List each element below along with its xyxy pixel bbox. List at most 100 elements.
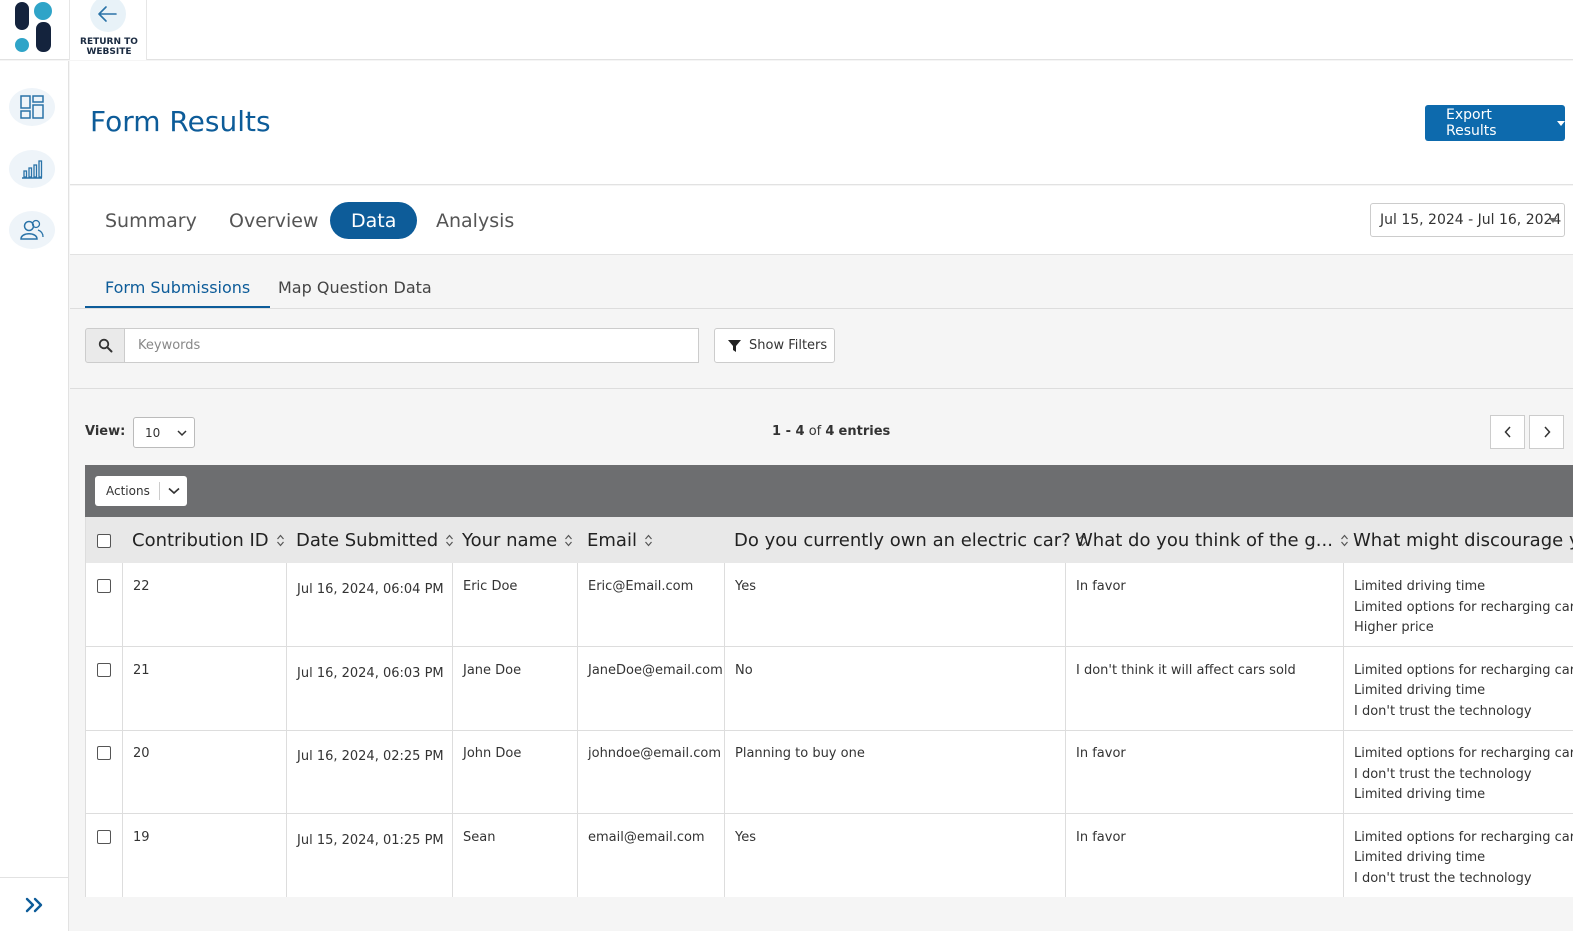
cell-think-of-the: In favor [1065,813,1343,897]
cell-text: No [735,662,753,678]
page-size-select[interactable]: 10 [133,417,195,448]
column-header-own-electric-car[interactable]: Do you currently own an electric car? [734,517,1087,563]
dashboard-icon [20,95,44,119]
column-header-what-might-discourage[interactable]: What might discourage yo [1353,517,1573,563]
next-page-button[interactable] [1529,415,1564,449]
sort-icon [276,534,284,546]
page-size-value: 10 [145,425,161,440]
tab-data[interactable]: Data [330,202,418,239]
cell-own-electric-car: Yes [724,563,1065,646]
cell-email: email@email.com [577,813,724,897]
subtab-form-submissions[interactable]: Form Submissions [85,278,271,308]
sort-icon [565,534,573,546]
select-all-checkbox[interactable] [97,534,111,548]
actions-label: Actions [95,482,160,500]
analytics-nav-button[interactable] [9,150,55,188]
cell-text[interactable]: email@email.com [588,828,724,849]
double-chevron-right-icon [25,897,42,912]
discourage-item: Limited options for recharging car [1354,746,1573,761]
discourage-item: Limited options for recharging car [1354,662,1573,678]
return-label: RETURN TO WEBSITE [80,37,138,57]
submissions-table: Contribution ID Date Submitted Your name Em… [85,517,1573,897]
cell-date-submitted: Jul 16, 2024, 06:04 PM [286,563,452,646]
users-icon [20,219,44,240]
tab-summary[interactable]: Summary [84,202,218,239]
actions-dropdown-button[interactable]: Actions [95,476,187,506]
cell-own-electric-car: Yes [724,813,1065,897]
cell-your-name: Jane Doe [452,646,577,730]
column-header-contribution-id[interactable]: Contribution ID [132,517,285,563]
sort-icon [644,534,652,546]
search-button[interactable] [85,328,125,363]
dashboard-nav-button[interactable] [9,88,55,126]
top-bar: RETURN TO WEBSITE [0,0,1573,60]
table-actions-bar: Actions [85,465,1573,517]
sub-tabs: Form Submissions Map Question Data [70,256,1573,309]
cell-text: Planning to buy one [735,746,865,761]
column-header-label: Do you currently own an electric car? [734,529,1071,551]
column-header-date-submitted[interactable]: Date Submitted [296,517,454,563]
left-sidebar [0,61,69,931]
cell-text: 20 [133,746,150,761]
show-filters-button[interactable]: Show Filters [714,328,835,363]
table-row[interactable]: 19 Jul 15, 2024, 01:25 PM Sean email@email.… [86,813,1573,897]
cell-text[interactable]: JaneDoe@email.com [588,661,724,682]
row-checkbox[interactable] [97,829,111,844]
view-label: View: [85,424,126,439]
cell-think-of-the: I don't think it will affect cars sold [1065,646,1343,730]
show-filters-label: Show Filters [749,338,828,353]
subtab-map-question-data[interactable]: Map Question Data [258,278,452,308]
discourage-item: I don't trust the technology [1354,766,1532,782]
table-row[interactable]: 21 Jul 16, 2024, 06:03 PM Jane Doe JaneDoe@… [86,646,1573,731]
column-header-your-name[interactable]: Your name [462,517,573,563]
cell-what-might-discourage: Limited options for recharging car Limite… [1343,646,1573,730]
keywords-search-input[interactable] [125,328,699,363]
sort-icon [446,534,454,546]
cell-text: Jul 15, 2024, 01:25 PM [297,832,444,848]
export-results-button[interactable]: Export Results [1425,105,1565,141]
column-header-email[interactable]: Email [587,517,653,563]
column-header-think-of-the[interactable]: What do you think of the g... [1075,517,1349,563]
cell-text: Yes [735,579,756,594]
prev-page-button[interactable] [1490,415,1525,449]
cell-text: In favor [1076,579,1126,594]
table-row[interactable]: 20 Jul 16, 2024, 02:25 PM John Doe johndoe@… [86,730,1573,814]
return-to-website-button[interactable]: RETURN TO WEBSITE [69,0,147,60]
cell-email: Eric@Email.com [577,563,724,646]
row-checkbox[interactable] [97,579,111,593]
discourage-item: Limited options for recharging car [1354,599,1573,615]
cell-think-of-the: In favor [1065,563,1343,646]
tab-overview[interactable]: Overview [208,202,339,239]
cell-text[interactable]: Eric@Email.com [588,577,724,598]
cell-text: Jane Doe [463,662,522,678]
cell-text: Eric Doe [463,579,518,594]
page-title: Form Results [90,105,271,138]
row-checkbox[interactable] [97,746,111,760]
cell-text: In favor [1076,746,1126,761]
search-row: Show Filters [70,310,1573,389]
cell-what-might-discourage: Limited options for recharging car I don'… [1343,730,1573,813]
table-row[interactable]: 22 Jul 16, 2024, 06:04 PM Eric Doe Eric@Ema… [86,563,1573,647]
cell-text: 19 [133,829,150,845]
export-results-label: Export Results [1446,107,1497,139]
date-range-value: Jul 15, 2024 - Jul 16, 2024 [1380,212,1562,228]
expand-sidebar-button[interactable] [0,877,69,931]
brand-logo[interactable] [12,0,54,56]
cell-email: johndoe@email.com [577,730,724,813]
users-nav-button[interactable] [9,211,55,249]
cell-own-electric-car: Planning to buy one [724,730,1065,813]
discourage-item: Limited driving time [1354,850,1486,865]
row-checkbox[interactable] [97,662,111,677]
cell-own-electric-car: No [724,646,1065,730]
chevron-left-icon [1503,426,1511,438]
cell-text[interactable]: johndoe@email.com [588,744,724,765]
main-tabs-bar: Summary Overview Data Analysis Jul 15, 2… [70,186,1573,255]
bar-chart-icon [22,160,43,179]
sort-icon [1340,534,1348,546]
date-range-picker[interactable]: Jul 15, 2024 - Jul 16, 2024 [1370,203,1565,237]
cell-text: I don't think it will affect cars sold [1076,662,1296,678]
cell-text: In favor [1076,829,1126,845]
cell-what-might-discourage: Limited driving time Limited options for … [1343,563,1573,646]
tab-analysis[interactable]: Analysis [415,202,535,239]
search-icon [98,338,112,353]
